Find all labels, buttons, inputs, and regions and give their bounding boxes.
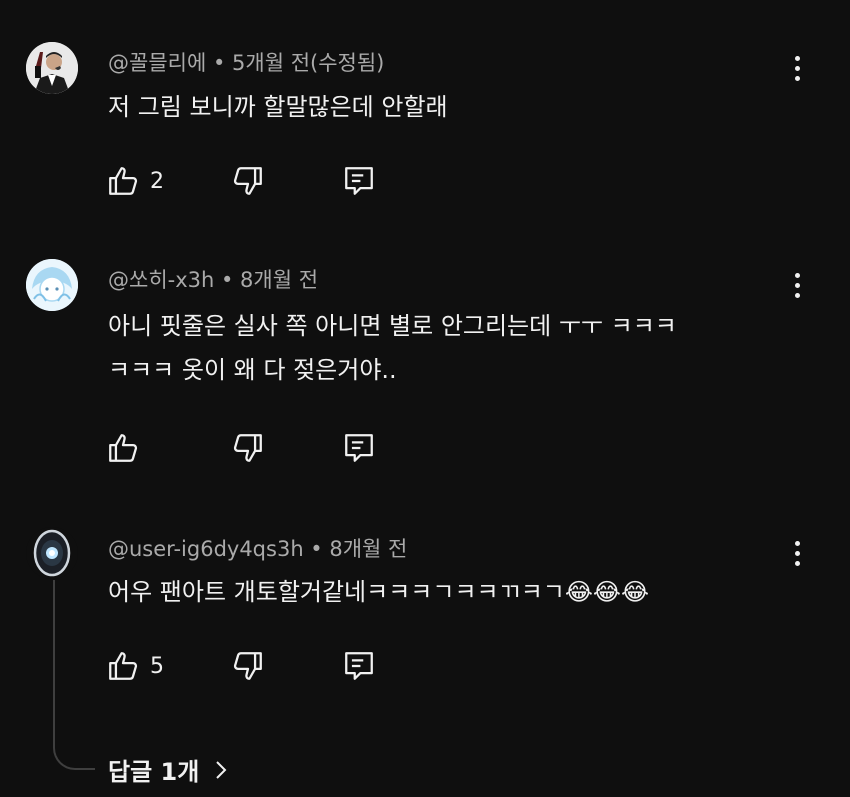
comment-actions xyxy=(106,430,406,466)
comment-line: ㅋㅋㅋ 옷이 왜 다 젖은거야.. xyxy=(108,356,397,384)
more-options-button[interactable] xyxy=(783,50,811,86)
avatar[interactable] xyxy=(26,42,78,94)
dislike-button[interactable] xyxy=(231,648,265,684)
dot xyxy=(794,550,800,556)
thumbs-down-icon xyxy=(233,434,262,462)
like-button[interactable]: 2 xyxy=(106,163,164,199)
dot xyxy=(794,540,800,546)
dot xyxy=(794,282,800,288)
thumbs-down-icon xyxy=(233,652,262,680)
dislike-button[interactable] xyxy=(231,163,265,199)
thumbs-up-icon xyxy=(109,434,138,462)
dot xyxy=(794,65,800,71)
like-button[interactable] xyxy=(106,430,150,466)
more-options-button[interactable] xyxy=(783,267,811,303)
dot xyxy=(794,55,800,61)
thumbs-up-icon xyxy=(109,167,138,195)
view-replies-button[interactable]: 답글 1개 xyxy=(108,752,233,787)
comment-text: 저 그림 보니까 할말많은데 안할래 xyxy=(108,85,448,129)
dislike-button[interactable] xyxy=(231,430,265,466)
reply-button[interactable] xyxy=(342,648,376,684)
dot xyxy=(794,560,800,566)
reply-thread-line xyxy=(53,580,95,770)
like-count: 2 xyxy=(150,168,164,194)
avatar[interactable] xyxy=(26,527,78,579)
reply-comment-icon xyxy=(345,167,373,195)
comment-meta: @user-ig6dy4qs3h • 8개월 전 xyxy=(108,537,408,561)
man-in-suit-avatar-icon xyxy=(26,42,78,94)
reply-comment-icon xyxy=(345,434,373,462)
dot xyxy=(794,272,800,278)
comment-actions: 5 xyxy=(106,648,406,684)
comment-text: 아니 핏줄은 실사 쪽 아니면 별로 안그리는데 ㅜㅜ ㅋㅋㅋ ㅋㅋㅋ 옷이 왜… xyxy=(108,304,677,392)
reply-button[interactable] xyxy=(342,163,376,199)
comment-line: 저 그림 보니까 할말많은데 안할래 xyxy=(108,93,448,121)
avatar[interactable] xyxy=(26,259,78,311)
reply-comment-icon xyxy=(345,652,373,680)
more-options-button[interactable] xyxy=(783,535,811,571)
anime-character-avatar-icon xyxy=(26,259,78,311)
comment-actions: 2 xyxy=(106,163,406,199)
thumbs-down-icon xyxy=(233,167,262,195)
glowing-orb-avatar-icon xyxy=(26,527,78,579)
replies-label: 답글 1개 xyxy=(108,758,200,786)
dot xyxy=(794,292,800,298)
chevron-right-icon xyxy=(216,760,227,779)
like-button[interactable]: 5 xyxy=(106,648,164,684)
thumbs-up-icon xyxy=(109,652,138,680)
comment-text: 어우 팬아트 개토할거같네ㅋㅋㅋㄱㅋㅋㄲㅋㄱ😂😂😂 xyxy=(108,570,649,614)
comment-meta: @꼴믈리에 • 5개월 전(수정됨) xyxy=(108,51,385,75)
like-count: 5 xyxy=(150,653,164,679)
comment-line: 아니 핏줄은 실사 쪽 아니면 별로 안그리는데 ㅜㅜ ㅋㅋㅋ xyxy=(108,312,677,340)
reply-button[interactable] xyxy=(342,430,376,466)
comment-meta: @쏘히-x3h • 8개월 전 xyxy=(108,268,319,292)
comment-line: 어우 팬아트 개토할거같네ㅋㅋㅋㄱㅋㅋㄲㅋㄱ😂😂😂 xyxy=(108,578,649,606)
dot xyxy=(794,75,800,81)
